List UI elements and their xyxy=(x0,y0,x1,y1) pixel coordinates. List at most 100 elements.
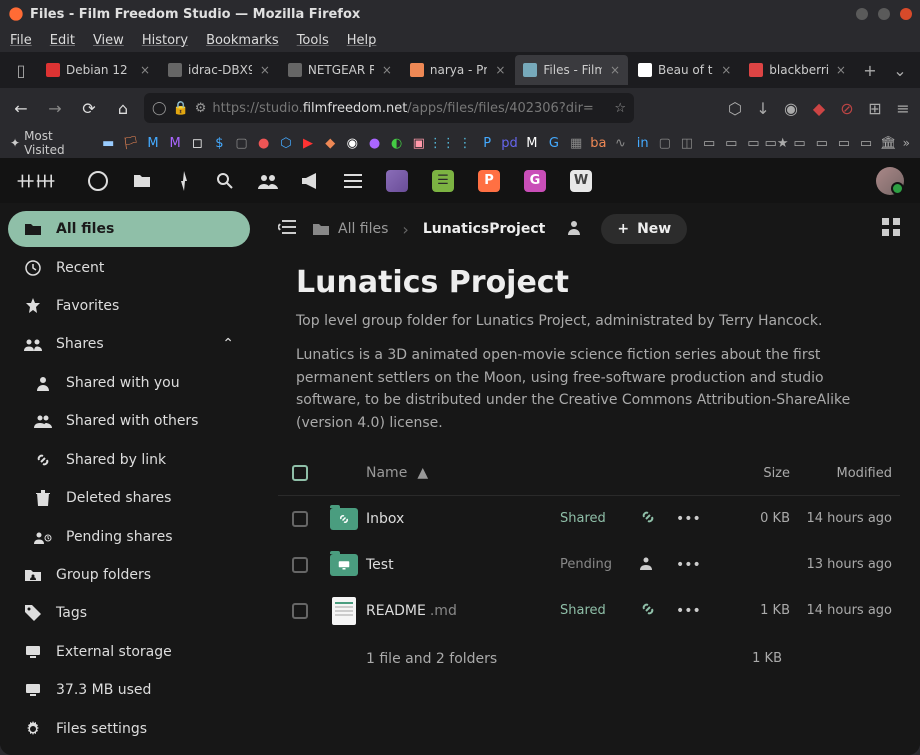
sidebar-item-shared-by-link[interactable]: Shared by link xyxy=(8,442,250,478)
tab[interactable]: Debian 12 KD× xyxy=(38,55,158,85)
tab-close-icon[interactable]: × xyxy=(260,63,270,77)
account-icon[interactable]: ◉ xyxy=(782,99,800,118)
bm-icon[interactable]: ▣ xyxy=(411,134,427,152)
bm-folder[interactable]: ▭ xyxy=(701,134,717,152)
bm-icon[interactable]: 🏛 xyxy=(880,134,897,152)
sidebar-item-group-folders[interactable]: Group folders xyxy=(8,557,250,593)
list-icon[interactable] xyxy=(344,174,362,188)
bm-folder[interactable]: ▭ xyxy=(792,134,808,152)
bm-icon[interactable]: in xyxy=(635,134,651,152)
app-icon-purple[interactable] xyxy=(386,170,408,192)
app-logo[interactable] xyxy=(16,170,56,192)
share-link-icon[interactable] xyxy=(640,601,676,621)
bm-icon[interactable]: ▢ xyxy=(657,134,673,152)
bm-icon[interactable]: ▶ xyxy=(300,134,316,152)
bm-icon[interactable]: ◆ xyxy=(322,134,338,152)
user-avatar[interactable] xyxy=(876,167,904,195)
bm-icon[interactable]: M xyxy=(145,134,161,152)
col-size-header[interactable]: Size xyxy=(720,466,790,481)
bm-folder[interactable]: ▭★ xyxy=(768,134,786,152)
tab[interactable]: narya - Prox× xyxy=(402,55,514,85)
chevron-up-icon[interactable]: ⌃ xyxy=(222,336,234,352)
sidebar-item-recent[interactable]: Recent xyxy=(8,249,250,285)
menu-edit[interactable]: Edit xyxy=(50,33,75,48)
tab[interactable]: Beau of the× xyxy=(630,55,739,85)
menu-bookmarks[interactable]: Bookmarks xyxy=(206,33,279,48)
add-user-icon[interactable] xyxy=(567,219,587,239)
sidebar-item-pending-shares[interactable]: Pending shares xyxy=(8,518,250,554)
bm-icon[interactable]: ▬ xyxy=(100,134,116,152)
synced-tabs-icon[interactable]: ▯ xyxy=(6,56,36,84)
col-modified-header[interactable]: Modified xyxy=(790,466,900,481)
tab-close-icon[interactable]: × xyxy=(382,63,392,77)
menu-view[interactable]: View xyxy=(93,33,124,48)
file-row[interactable]: InboxShared•••0 KB14 hours ago xyxy=(278,496,900,542)
extensions-button[interactable]: ⊞ xyxy=(866,99,884,118)
bm-icon[interactable]: ⬡ xyxy=(278,134,294,152)
tab[interactable]: idrac-DBX9JC× xyxy=(160,55,278,85)
maximize-button[interactable] xyxy=(878,8,890,20)
bm-icon[interactable]: G xyxy=(546,134,562,152)
file-name[interactable]: README.md xyxy=(366,603,560,619)
sidebar-item-37.3-mb-used[interactable]: 37.3 MB used xyxy=(8,672,250,708)
tab-close-icon[interactable]: × xyxy=(140,63,150,77)
tab-close-icon[interactable]: × xyxy=(495,63,505,77)
url-bar[interactable]: ◯ 🔒 ⚙ https://studio.filmfreedom.net/app… xyxy=(144,93,634,123)
sidebar-item-shares[interactable]: Shares⌃ xyxy=(8,326,250,362)
bm-icon[interactable]: ● xyxy=(256,134,272,152)
reload-button[interactable]: ⟳ xyxy=(76,95,102,121)
tab-close-icon[interactable]: × xyxy=(610,63,620,77)
breadcrumb-root[interactable]: All files xyxy=(312,221,388,237)
app-icon-green[interactable]: ☰ xyxy=(432,170,454,192)
bm-folder[interactable]: ▭ xyxy=(723,134,739,152)
bm-icon[interactable]: ∿ xyxy=(612,134,628,152)
bm-icon[interactable]: ⋮⋮ xyxy=(433,134,451,152)
menu-tools[interactable]: Tools xyxy=(297,33,329,48)
bm-icon[interactable]: ▦ xyxy=(568,134,584,152)
bm-icon[interactable]: ◻ xyxy=(189,134,205,152)
announcement-icon[interactable] xyxy=(302,173,320,189)
pocket-icon[interactable]: ⬡ xyxy=(726,99,744,118)
menu-button[interactable]: ≡ xyxy=(894,99,912,118)
tab-close-icon[interactable]: × xyxy=(836,63,846,77)
file-name[interactable]: Test xyxy=(366,557,560,573)
grid-view-icon[interactable] xyxy=(882,218,900,240)
menu-file[interactable]: File xyxy=(10,33,32,48)
tab[interactable]: blackberries× xyxy=(741,55,854,85)
sidebar-item-deleted-shares[interactable]: Deleted shares xyxy=(8,480,250,516)
bm-icon[interactable]: P xyxy=(479,134,495,152)
bm-folder[interactable]: ▭ xyxy=(745,134,761,152)
dashboard-icon[interactable] xyxy=(88,171,108,191)
more-actions-icon[interactable]: ••• xyxy=(676,557,720,573)
extension-icon-2[interactable]: ⊘ xyxy=(838,99,856,118)
search-icon[interactable] xyxy=(216,172,234,190)
tab[interactable]: NETGEAR Rou× xyxy=(280,55,400,85)
contacts-icon[interactable] xyxy=(258,173,278,189)
bm-icon[interactable]: pd xyxy=(501,134,518,152)
tab-close-icon[interactable]: × xyxy=(721,63,731,77)
home-button[interactable]: ⌂ xyxy=(110,95,136,121)
bm-icon[interactable]: 🏳 xyxy=(122,134,139,152)
bm-icon[interactable]: ● xyxy=(366,134,382,152)
select-all-checkbox[interactable] xyxy=(292,465,308,481)
file-name[interactable]: Inbox xyxy=(366,511,560,527)
bm-icon[interactable]: $ xyxy=(211,134,227,152)
bookmarks-overflow[interactable]: » xyxy=(903,136,910,150)
activity-icon[interactable] xyxy=(176,171,192,191)
bm-icon[interactable]: ◐ xyxy=(389,134,405,152)
sidebar-item-all-files[interactable]: All files xyxy=(8,211,250,247)
downloads-icon[interactable]: ↓ xyxy=(754,99,772,118)
bm-icon[interactable]: ◫ xyxy=(679,134,695,152)
extension-icon-1[interactable]: ◆ xyxy=(810,99,828,118)
row-checkbox[interactable] xyxy=(292,511,308,527)
new-button[interactable]: + New xyxy=(601,214,687,244)
share-link-icon[interactable] xyxy=(640,509,676,529)
files-icon[interactable] xyxy=(132,173,152,189)
sidebar-item-shared-with-others[interactable]: Shared with others xyxy=(8,403,250,439)
back-button[interactable]: ← xyxy=(8,95,34,121)
file-row[interactable]: README.mdShared•••1 KB14 hours ago xyxy=(278,588,900,634)
col-name-header[interactable]: Name ▲ xyxy=(366,465,560,481)
more-actions-icon[interactable]: ••• xyxy=(676,511,720,527)
app-icon-magenta[interactable]: G xyxy=(524,170,546,192)
app-icon-orange[interactable]: P xyxy=(478,170,500,192)
